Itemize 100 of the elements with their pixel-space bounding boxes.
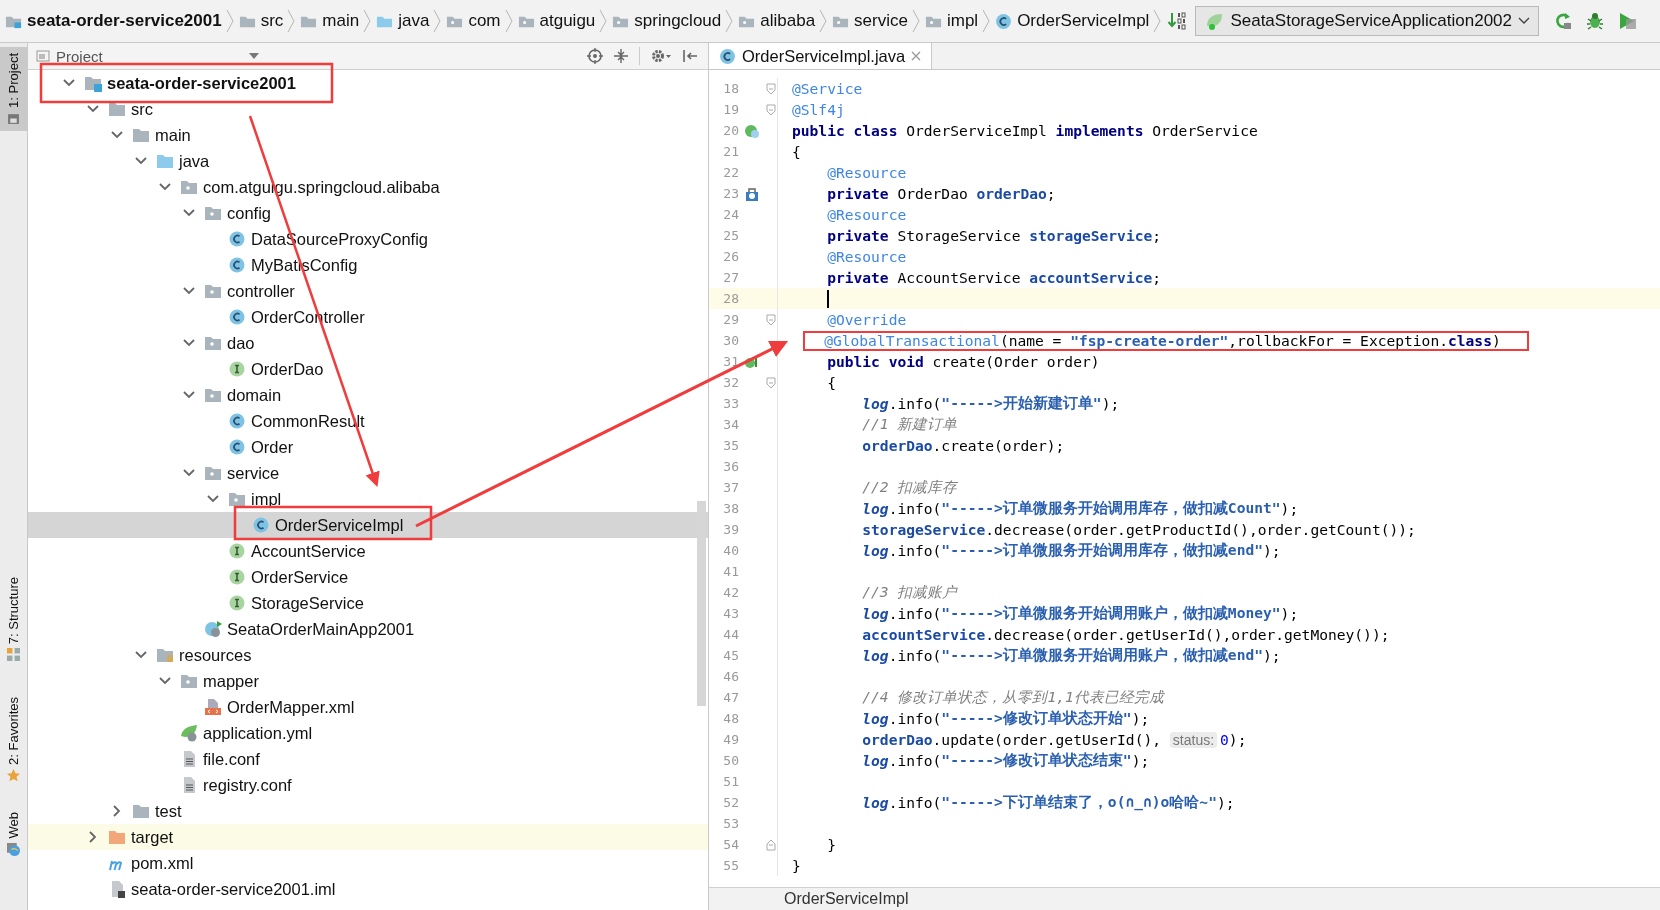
code-line: log.info("----->修改订单状态开始");	[862, 709, 1150, 728]
tree-item[interactable]: OrderServiceImpl	[28, 512, 708, 538]
breadcrumb-item[interactable]: java	[371, 11, 434, 31]
breadcrumb-item[interactable]: springcloud	[607, 11, 726, 31]
tree-item[interactable]: Order	[28, 434, 708, 460]
tree-item[interactable]: application.yml	[28, 720, 708, 746]
code-line: }	[792, 857, 801, 874]
line-number: 21	[722, 144, 739, 159]
breadcrumb-item[interactable]: impl	[919, 11, 983, 31]
tree-item[interactable]: controller	[28, 278, 708, 304]
breadcrumb-item[interactable]: alibaba	[733, 11, 820, 31]
tree-item[interactable]: service	[28, 460, 708, 486]
tree-item[interactable]: java	[28, 148, 708, 174]
tree-item[interactable]: src	[28, 96, 708, 122]
line-number: 27	[722, 270, 739, 285]
line-number: 45	[722, 648, 739, 663]
line-number: 26	[722, 249, 739, 264]
tree-item[interactable]: domain	[28, 382, 708, 408]
breadcrumb-item[interactable]: com	[441, 11, 505, 31]
code-line: log.info("----->订单微服务开始调用库存，做扣减end");	[862, 541, 1281, 560]
tree-item[interactable]: pom.xml	[28, 850, 708, 876]
code-line: public class OrderServiceImpl implements OrderService	[792, 122, 1258, 139]
code-line: @Service	[792, 80, 863, 97]
tree-item[interactable]: test	[28, 798, 708, 824]
tool-window-button[interactable]: 1: Project	[0, 47, 27, 131]
code-line: private StorageService storageService;	[827, 227, 1162, 244]
code-line: orderDao.update(order.getUserId(), status: 0);	[862, 731, 1247, 748]
code-line: private AccountService accountService;	[827, 269, 1162, 286]
line-number: 53	[722, 816, 739, 831]
editor-tab[interactable]: OrderServiceImpl.java	[709, 43, 933, 69]
tree-item[interactable]: SeataOrderMainApp2001	[28, 616, 708, 642]
run-configuration-dropdown[interactable]: SeataStorageServiceApplication2002	[1195, 6, 1540, 36]
line-number: 25	[722, 228, 739, 243]
code-line: @Resource	[827, 248, 907, 265]
tree-item[interactable]: StorageService	[28, 590, 708, 616]
line-number: 55	[722, 858, 739, 873]
line-number: 18	[722, 81, 739, 96]
code-line: //2 扣减库存	[862, 478, 958, 497]
code-line: log.info("----->下订单结束了，o(∩_∩)o哈哈~");	[862, 793, 1235, 812]
line-number: 28	[722, 291, 739, 306]
line-number: 24	[722, 207, 739, 222]
tree-item[interactable]: file.conf	[28, 746, 708, 772]
breadcrumb-item[interactable]: seata-order-service2001	[0, 11, 226, 31]
line-number: 33	[722, 396, 739, 411]
code-line: log.info("----->订单微服务开始调用账户，做扣减end");	[862, 646, 1281, 665]
line-number: 40	[722, 543, 739, 558]
tree-item[interactable]: AccountService	[28, 538, 708, 564]
code-line: @Resource	[827, 164, 907, 181]
tool-window-button[interactable]: 7: Structure	[0, 570, 27, 668]
line-number: 30	[722, 333, 739, 348]
line-number: 37	[722, 480, 739, 495]
panel-title[interactable]: Project	[56, 47, 103, 65]
line-number: 52	[722, 795, 739, 810]
tree-item[interactable]: config	[28, 200, 708, 226]
code-line: }	[827, 836, 836, 853]
breadcrumb-item[interactable]: service	[827, 11, 912, 31]
tree-item[interactable]: impl	[28, 486, 708, 512]
tree-item[interactable]: seata-order-service2001	[28, 70, 708, 96]
tree-item[interactable]: target	[28, 824, 708, 850]
line-number: 54	[722, 837, 739, 852]
tree-item[interactable]: main	[28, 122, 708, 148]
line-number: 38	[722, 501, 739, 516]
line-number: 19	[722, 102, 739, 117]
code-line: log.info("----->修改订单状态结束");	[862, 751, 1150, 770]
tree-item[interactable]: mapper	[28, 668, 708, 694]
code-line: @Slf4j	[792, 101, 845, 118]
code-line: public void create(Order order)	[827, 353, 1100, 370]
line-number: 47	[722, 690, 739, 705]
tree-item[interactable]: OrderMapper.xml	[28, 694, 708, 720]
line-number: 50	[722, 753, 739, 768]
line-number: 44	[722, 627, 739, 642]
tree-item[interactable]: OrderService	[28, 564, 708, 590]
tool-window-button[interactable]: 2: Favorites	[0, 691, 27, 789]
line-number: 20	[722, 123, 739, 138]
code-line: {	[792, 143, 801, 160]
breadcrumb-item[interactable]: src	[233, 11, 288, 31]
breadcrumb-item[interactable]: main	[295, 11, 364, 31]
line-number: 46	[722, 669, 739, 684]
line-number: 39	[722, 522, 739, 537]
tree-item[interactable]: dao	[28, 330, 708, 356]
editor-breadcrumb[interactable]: OrderServiceImpl	[784, 890, 909, 908]
tree-item[interactable]: resources	[28, 642, 708, 668]
tree-item[interactable]: seata-order-service2001.iml	[28, 876, 708, 902]
line-number: 51	[722, 774, 739, 789]
breadcrumb-item[interactable]: OrderServiceImpl	[990, 11, 1154, 31]
breadcrumb-item[interactable]: atguigu	[512, 11, 600, 31]
code-line: {	[827, 374, 836, 391]
line-number: 29	[722, 312, 739, 327]
tree-item[interactable]: OrderDao	[28, 356, 708, 382]
tree-item[interactable]: registry.conf	[28, 772, 708, 798]
code-line: //1 新建订单	[862, 415, 958, 434]
line-number: 34	[722, 417, 739, 432]
line-number: 35	[722, 438, 739, 453]
line-number: 22	[722, 165, 739, 180]
line-number: 42	[722, 585, 739, 600]
code-line: orderDao.create(order);	[862, 437, 1065, 454]
tool-window-button[interactable]: Web	[0, 806, 27, 862]
code-line: log.info("----->开始新建订单");	[862, 394, 1120, 413]
line-number: 32	[722, 375, 739, 390]
code-line: storageService.decrease(order.getProductId(),order.getCount());	[862, 521, 1416, 538]
